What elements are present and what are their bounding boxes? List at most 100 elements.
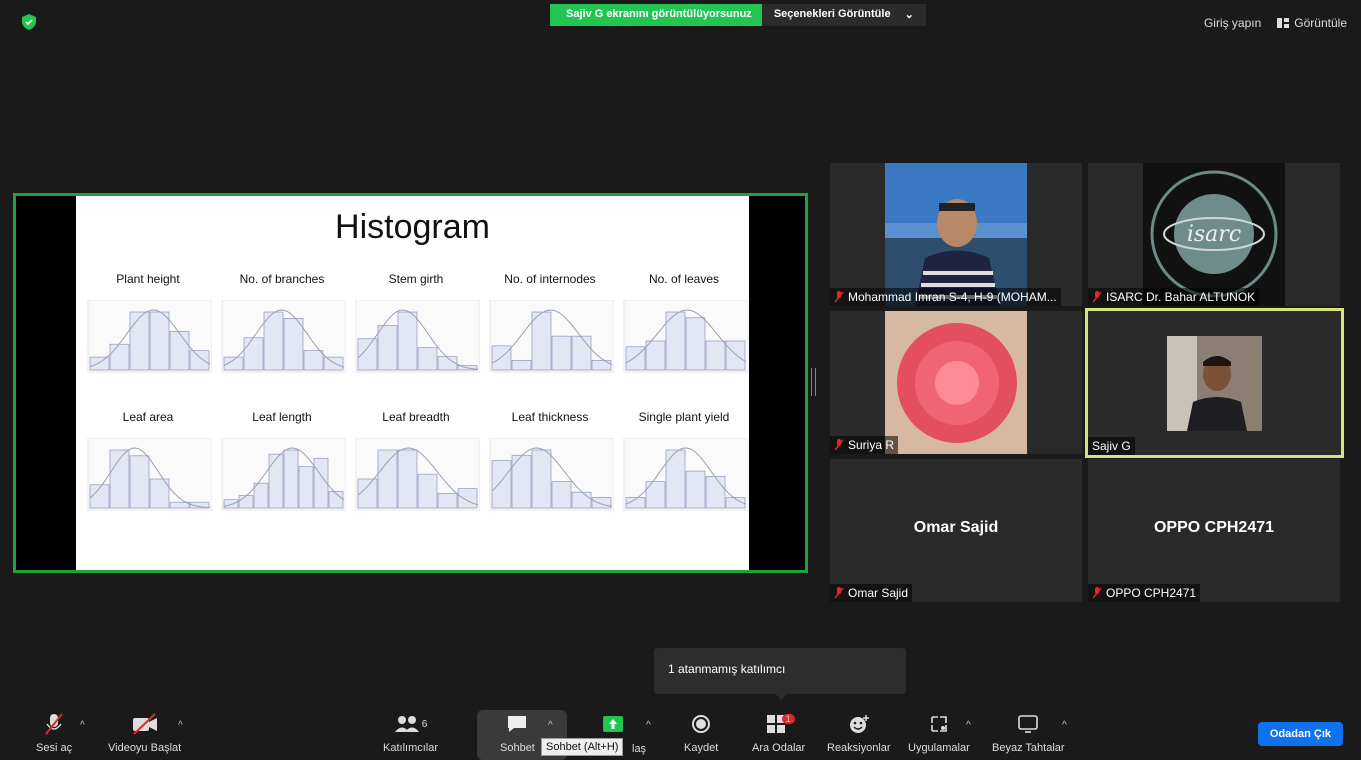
histogram-bar	[437, 356, 458, 371]
record-button[interactable]: Kaydet	[684, 712, 718, 754]
whiteboards-button[interactable]: Beyaz Tahtalar	[992, 712, 1065, 754]
start-video-label: Videoyu Başlat	[108, 742, 182, 754]
chat-bubble-icon	[508, 716, 527, 732]
participant-name: Suriya R	[848, 438, 895, 452]
isarc-logo-image: isarc	[1143, 163, 1285, 306]
leave-room-button[interactable]: Odadan Çık	[1257, 722, 1343, 746]
breakout-rooms-button[interactable]: 1 Ara Odalar	[752, 712, 805, 754]
histogram-plot	[87, 300, 212, 373]
share-options-caret[interactable]: ^	[646, 720, 651, 731]
participant-tile-oppo[interactable]: OPPO CPH2471 OPPO CPH2471	[1088, 459, 1340, 602]
histogram-bar	[397, 449, 418, 509]
histogram-bar	[591, 359, 612, 371]
record-label: Kaydet	[684, 742, 719, 754]
histogram-bar	[377, 325, 398, 371]
breakout-rooms-label: Ara Odalar	[752, 742, 806, 754]
histogram-bar	[109, 343, 130, 371]
whiteboard-icon	[1018, 715, 1039, 733]
histogram-chart: Leaf area	[84, 410, 212, 518]
apps-options-caret[interactable]: ^	[966, 720, 971, 731]
security-shield-icon[interactable]	[22, 14, 36, 30]
histogram-chart: No. of internodes	[486, 272, 614, 380]
popup-pointer	[774, 692, 788, 700]
participant-name-bar: Omar Sajid	[830, 584, 913, 602]
reactions-label: Reaksiyonlar	[827, 742, 891, 754]
muted-mic-icon	[1092, 291, 1102, 303]
chat-button[interactable]: Sohbet	[500, 712, 535, 754]
histogram-bar	[591, 497, 612, 509]
start-video-button[interactable]: Videoyu Başlat	[108, 712, 181, 754]
breakout-badge: 1	[781, 714, 795, 724]
view-button[interactable]: Görüntüle	[1277, 16, 1347, 30]
participant-name: ISARC Dr. Bahar ALTUNOK	[1106, 290, 1256, 304]
histogram-title: Single plant yield	[638, 410, 730, 424]
histogram-chart: No. of branches	[218, 272, 346, 380]
participants-icon	[394, 716, 419, 732]
histogram-bar	[149, 311, 170, 371]
video-options-caret[interactable]: ^	[178, 720, 183, 731]
panel-resize-handle[interactable]	[811, 368, 816, 396]
histogram-bar	[303, 350, 324, 371]
participant-display-name: Omar Sajid	[913, 519, 999, 536]
sign-in-link[interactable]: Giriş yapın	[1204, 16, 1261, 30]
participants-label: Katılımcılar	[383, 742, 439, 754]
histogram-bar	[705, 340, 726, 371]
muted-mic-icon	[834, 291, 844, 303]
histogram-bar	[129, 311, 150, 371]
unmute-button[interactable]: Sesi aç	[36, 712, 72, 754]
shared-screen[interactable]: Histogram Plant height No. of branches Ste…	[13, 193, 808, 573]
share-screen-button[interactable]	[602, 712, 624, 736]
whiteboard-options-caret[interactable]: ^	[1062, 720, 1067, 731]
chevron-down-icon: ⌄	[904, 9, 914, 21]
participant-tile-sajiv-active-speaker[interactable]: Sajiv G	[1085, 308, 1344, 458]
histogram-bar	[323, 356, 344, 371]
muted-mic-icon	[834, 587, 844, 599]
histogram-bar	[313, 457, 329, 509]
muted-mic-icon	[1092, 587, 1102, 599]
histogram-plot	[355, 438, 480, 511]
histogram-plot	[221, 438, 346, 511]
reactions-button[interactable]: Reaksiyonlar	[827, 712, 891, 754]
participants-button[interactable]: 6 Katılımcılar	[383, 712, 438, 754]
participant-tile-mohammad-imran[interactable]: Mohammad Imran S-4, H-9 (MOHAM...	[830, 163, 1082, 306]
view-options-label: Seçenekleri Görüntüle	[773, 8, 891, 20]
unassigned-participants-popup[interactable]: 1 atanmamış katılımcı	[654, 648, 906, 694]
histogram-plot	[489, 438, 614, 511]
participant-tile-isarc[interactable]: isarc ISARC Dr. Bahar ALTUNOK	[1088, 163, 1340, 306]
isarc-logo-text: isarc	[1187, 222, 1241, 247]
audio-options-caret[interactable]: ^	[80, 720, 85, 731]
meeting-toolbar	[0, 700, 1361, 760]
histogram-title: Plant height	[116, 272, 180, 286]
smiley-plus-icon	[849, 715, 869, 733]
participant-tile-omar-sajid[interactable]: Omar Sajid Omar Sajid	[830, 459, 1082, 602]
screen-share-banner: Sajiv G ekranını görüntülüyorsunuz Seçen…	[550, 4, 926, 26]
histogram-bar	[377, 449, 398, 509]
histogram-bar	[705, 476, 726, 509]
participant-video-man-car	[1167, 336, 1262, 431]
histogram-bar	[283, 318, 304, 371]
histogram-bar	[685, 470, 706, 509]
histogram-bar	[571, 335, 592, 371]
histogram-chart: Leaf length	[218, 410, 346, 518]
chat-options-caret[interactable]: ^	[548, 720, 553, 731]
layout-grid-icon	[1277, 18, 1290, 28]
histogram-bar	[298, 466, 314, 509]
presentation-slide: Histogram Plant height No. of branches Ste…	[76, 196, 749, 570]
histogram-chart: Leaf thickness	[486, 410, 614, 518]
view-options-button[interactable]: Seçenekleri Görüntüle ⌄	[761, 4, 926, 26]
share-screen-icon	[603, 716, 623, 732]
histogram-bar	[665, 449, 686, 509]
participant-name-bar: OPPO CPH2471	[1088, 584, 1201, 602]
histogram-title: Leaf area	[122, 410, 174, 424]
apps-button[interactable]: Uygulamalar	[908, 712, 970, 754]
histogram-bar	[129, 455, 150, 509]
histogram-plot	[623, 300, 748, 373]
chat-tooltip: Sohbet (Alt+H)	[541, 738, 624, 756]
histogram-bar	[357, 478, 378, 509]
participant-tile-suriya[interactable]: Suriya R	[830, 311, 1082, 454]
histogram-title: Stem girth	[388, 272, 444, 286]
histogram-bar	[491, 345, 512, 371]
histogram-bar	[645, 340, 666, 371]
histogram-plot	[355, 300, 480, 373]
muted-mic-icon	[45, 713, 63, 735]
